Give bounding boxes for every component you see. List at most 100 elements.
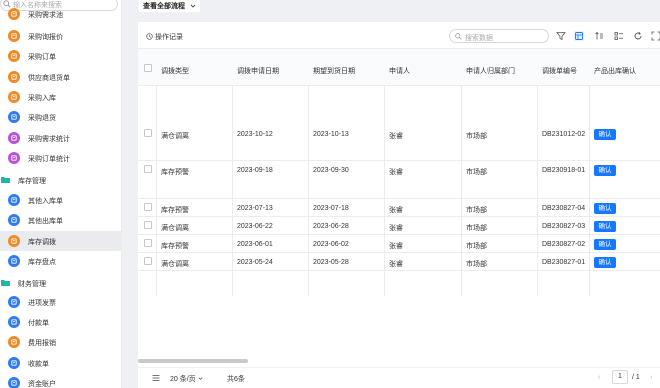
sidebar-item[interactable]: 采购订单	[0, 46, 121, 66]
menu-item-icon	[8, 255, 20, 267]
row-checkbox[interactable]	[144, 221, 152, 229]
menu-item-icon	[8, 296, 20, 308]
sidebar-item[interactable]: 采购入库	[0, 87, 121, 107]
select-all-checkbox[interactable]	[144, 64, 152, 72]
cell-department: 市场部	[466, 243, 487, 250]
row-divider	[138, 198, 660, 199]
confirm-button[interactable]: 确认	[594, 165, 616, 176]
chevron-down-icon	[190, 4, 196, 8]
sort-icon[interactable]	[594, 31, 604, 41]
cell-applicant: 张睿	[389, 225, 403, 232]
cell-transfer-type: 满仓调离	[161, 261, 189, 268]
sidebar-item-label: 采购退货	[28, 115, 56, 122]
sidebar-item[interactable]: 其他出库单	[0, 210, 121, 230]
confirm-button[interactable]: 确认	[594, 203, 616, 214]
sidebar-item[interactable]: 库存调拨	[0, 231, 121, 251]
cell-department: 市场部	[466, 169, 487, 176]
sidebar-item-label: 其他入库单	[28, 198, 63, 205]
column-divider	[232, 86, 233, 296]
sidebar-item[interactable]: 费用报销	[0, 332, 121, 352]
row-checkbox[interactable]	[144, 257, 152, 265]
sidebar-item-label: 库存调拨	[28, 239, 56, 246]
sidebar-item-label: 其他出库单	[28, 218, 63, 225]
filter-icon[interactable]	[556, 31, 566, 41]
row-divider	[138, 234, 660, 235]
cell-expect-date: 2023-07-18	[313, 205, 349, 212]
prev-page-button[interactable]: ‹	[598, 374, 600, 381]
row-checkbox[interactable]	[144, 129, 152, 137]
confirm-button[interactable]: 确认	[594, 239, 616, 250]
menu-item-icon	[8, 71, 20, 83]
row-checkbox[interactable]	[144, 203, 152, 211]
sidebar-item-label: 采购订单	[28, 54, 56, 61]
sidebar-item[interactable]: 资金账户	[0, 373, 121, 388]
header-department: 申请人归属部门	[466, 68, 515, 75]
table-view-icon[interactable]	[574, 31, 584, 41]
cell-transfer-type: 库存预警	[161, 207, 189, 214]
confirm-button[interactable]: 确认	[594, 129, 616, 140]
sidebar-item-label: 采购询报价	[28, 34, 63, 41]
row-checkbox[interactable]	[144, 165, 152, 173]
page-size-select[interactable]: 20 条/页	[170, 374, 203, 384]
cell-applicant: 张睿	[389, 133, 403, 140]
sidebar-item-label: 采购入库	[28, 95, 56, 102]
list-menu-icon[interactable]	[152, 374, 160, 382]
cell-transfer-type: 库存预警	[161, 243, 189, 250]
cell-expect-date: 2023-06-02	[313, 241, 349, 248]
cell-applicant: 张睿	[389, 207, 403, 214]
confirm-button[interactable]: 确认	[594, 257, 616, 268]
cell-transfer-type: 库存预警	[161, 169, 189, 176]
group-icon[interactable]	[614, 31, 624, 41]
cell-department: 市场部	[466, 133, 487, 140]
cell-expect-date: 2023-10-13	[313, 131, 349, 138]
sidebar-item[interactable]: 收款单	[0, 353, 121, 373]
sidebar-item[interactable]: 采购需求池	[0, 6, 121, 26]
sidebar-item[interactable]: 付款单	[0, 312, 121, 332]
header-apply-date: 调拨申请日期	[237, 68, 279, 75]
next-page-button[interactable]: ›	[650, 374, 652, 381]
sidebar-item[interactable]: 供应商退货单	[0, 67, 121, 87]
sidebar-item-label: 供应商退货单	[28, 75, 70, 82]
view-select-dropdown[interactable]: 查看全部流程	[139, 0, 200, 12]
menu-item-icon	[8, 8, 20, 20]
cell-transfer-code: DB230827-04	[542, 205, 586, 212]
history-icon	[146, 33, 153, 40]
confirm-button[interactable]: 确认	[594, 221, 616, 232]
cell-expect-date: 2023-05-28	[313, 259, 349, 266]
sidebar-item[interactable]: 采购订单统计	[0, 148, 121, 168]
sidebar-item[interactable]: 采购退货	[0, 107, 121, 127]
sidebar-group[interactable]: 财务管理	[0, 274, 121, 292]
chevron-down-icon	[198, 377, 203, 380]
sidebar-item[interactable]: 采购询报价	[0, 26, 121, 46]
cell-transfer-code: DB230827-03	[542, 223, 586, 230]
cell-applicant: 张睿	[389, 243, 403, 250]
sidebar-item[interactable]: 其他入库单	[0, 190, 121, 210]
current-page-input[interactable]: 1	[612, 370, 628, 384]
fullscreen-icon[interactable]	[651, 31, 660, 41]
horizontal-scrollbar[interactable]	[138, 359, 248, 363]
cell-transfer-type: 满仓调离	[161, 225, 189, 232]
folder-icon	[1, 177, 10, 183]
pagination-bar: 20 条/页 共6条 ‹ 1 / 1 ›	[138, 367, 660, 388]
sidebar: 输入名称来搜索 采购需求池 采购询报价 采购订单 供应商退货单 采购入库 采购退货 采购需求…	[0, 0, 122, 388]
operation-log-button[interactable]: 操作记录	[146, 32, 183, 42]
refresh-icon[interactable]	[633, 31, 643, 41]
sidebar-item[interactable]: 进项发票	[0, 292, 121, 312]
sidebar-group[interactable]: 库存管理	[0, 171, 121, 189]
cell-apply-date: 2023-07-13	[237, 205, 273, 212]
row-divider	[138, 160, 660, 161]
row-checkbox[interactable]	[144, 239, 152, 247]
search-icon	[455, 33, 462, 40]
sidebar-item[interactable]: 库存盘点	[0, 251, 121, 271]
row-divider	[138, 216, 660, 217]
operation-log-label: 操作记录	[155, 34, 183, 41]
menu-item-icon	[8, 336, 20, 348]
toolbar: 操作记录 搜索数据	[138, 22, 660, 48]
menu-item-icon	[8, 316, 20, 328]
sidebar-item-label: 进项发票	[28, 300, 56, 307]
sidebar-item-label: 采购需求统计	[28, 136, 70, 143]
total-count: 共6条	[227, 376, 245, 383]
sidebar-item[interactable]: 采购需求统计	[0, 128, 121, 148]
data-search-input[interactable]: 搜索数据	[449, 29, 549, 43]
menu-item-icon	[8, 111, 20, 123]
